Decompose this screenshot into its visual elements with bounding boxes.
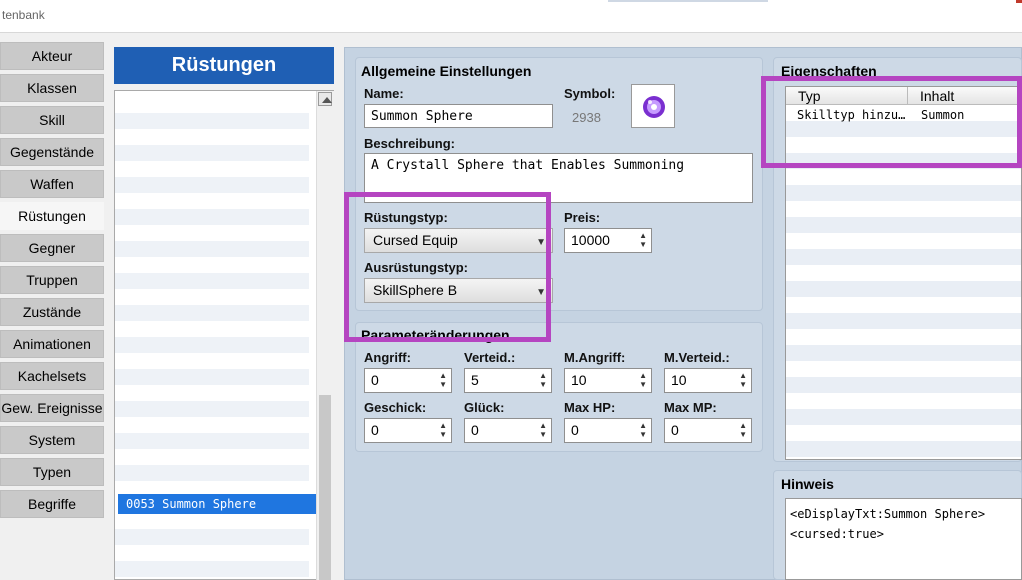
symbol-picker[interactable] bbox=[631, 84, 675, 128]
table-row-stripe bbox=[786, 313, 1021, 329]
table-row-stripe bbox=[786, 345, 1021, 361]
param-value: 10 bbox=[671, 372, 687, 388]
table-row-stripe bbox=[786, 377, 1021, 393]
scrollbar-thumb[interactable] bbox=[319, 395, 331, 580]
price-value: 10000 bbox=[571, 232, 610, 248]
nav-item-gegner[interactable]: Gegner bbox=[0, 234, 104, 262]
nav-item-gew-ereignisse[interactable]: Gew. Ereignisse bbox=[0, 394, 104, 422]
symbol-label: Symbol: bbox=[564, 86, 616, 101]
param-stepper-atk[interactable]: 0 ▲ ▼ bbox=[364, 368, 452, 393]
window-title: tenbank bbox=[2, 8, 45, 22]
param-value: 10 bbox=[571, 372, 587, 388]
name-label: Name: bbox=[364, 86, 404, 101]
list-row-stripe bbox=[115, 273, 309, 289]
table-row-stripe bbox=[786, 185, 1021, 201]
nav-item-waffen[interactable]: Waffen bbox=[0, 170, 104, 198]
general-settings-title: Allgemeine Einstellungen bbox=[361, 63, 532, 79]
nav-item-truppen[interactable]: Truppen bbox=[0, 266, 104, 294]
spinner-arrows-icon[interactable]: ▲ ▼ bbox=[639, 421, 647, 439]
param-label-mmp: Max MP: bbox=[664, 400, 717, 415]
list-header: Rüstungen bbox=[114, 47, 334, 84]
param-label-mhp: Max HP: bbox=[564, 400, 616, 415]
list-row-stripe bbox=[115, 145, 309, 161]
param-stepper-agi[interactable]: 0 ▲ ▼ bbox=[364, 418, 452, 443]
symbol-index: 2938 bbox=[572, 110, 601, 125]
close-icon[interactable] bbox=[1016, 0, 1022, 3]
list-row-stripe bbox=[115, 529, 309, 545]
spinner-arrows-icon[interactable]: ▲ ▼ bbox=[639, 231, 647, 249]
list-row-stripe bbox=[115, 401, 309, 417]
list-row-stripe bbox=[115, 465, 309, 481]
param-value: 0 bbox=[671, 422, 679, 438]
table-row-stripe bbox=[786, 441, 1021, 457]
nav-item-skill[interactable]: Skill bbox=[0, 106, 104, 134]
note-title: Hinweis bbox=[781, 476, 834, 492]
param-stepper-mhp[interactable]: 0 ▲ ▼ bbox=[564, 418, 652, 443]
list-item-selected[interactable]: 0053 Summon Sphere bbox=[118, 494, 316, 514]
param-stepper-def[interactable]: 5 ▲ ▼ bbox=[464, 368, 552, 393]
param-label-def: Verteid.: bbox=[464, 350, 516, 365]
nav-item-gegenstaende[interactable]: Gegenstände bbox=[0, 138, 104, 166]
spinner-arrows-icon[interactable]: ▲ ▼ bbox=[739, 371, 747, 389]
nav-item-typen[interactable]: Typen bbox=[0, 458, 104, 486]
spinner-arrows-icon[interactable]: ▲ ▼ bbox=[539, 421, 547, 439]
spinner-arrows-icon[interactable]: ▲ ▼ bbox=[439, 371, 447, 389]
nav-item-kachelsets[interactable]: Kachelsets bbox=[0, 362, 104, 390]
price-label: Preis: bbox=[564, 210, 601, 225]
nav-item-animationen[interactable]: Animationen bbox=[0, 330, 104, 358]
price-stepper[interactable]: 10000 ▲ ▼ bbox=[564, 228, 652, 253]
nav-item-ruestungen[interactable]: Rüstungen bbox=[0, 202, 104, 230]
scroll-up-button[interactable] bbox=[318, 92, 332, 106]
table-row-stripe bbox=[786, 217, 1021, 233]
table-row-stripe bbox=[786, 281, 1021, 297]
description-label: Beschreibung: bbox=[364, 136, 456, 151]
param-value: 5 bbox=[471, 372, 479, 388]
spinner-arrows-icon[interactable]: ▲ ▼ bbox=[639, 371, 647, 389]
note-textarea[interactable]: <eDisplayTxt:Summon Sphere> <cursed:true> bbox=[785, 498, 1022, 580]
nav-item-akteur[interactable]: Akteur bbox=[0, 42, 104, 70]
chevron-up-icon bbox=[322, 97, 332, 103]
list-row-stripe bbox=[115, 177, 309, 193]
list-row-stripe bbox=[115, 433, 309, 449]
name-input[interactable]: Summon Sphere bbox=[364, 104, 553, 128]
nav-item-klassen[interactable]: Klassen bbox=[0, 74, 104, 102]
list-row-stripe bbox=[115, 305, 309, 321]
nav-item-zustaende[interactable]: Zustände bbox=[0, 298, 104, 326]
titlebar-decoration bbox=[608, 0, 768, 2]
param-stepper-luk[interactable]: 0 ▲ ▼ bbox=[464, 418, 552, 443]
list-row-stripe bbox=[115, 337, 309, 353]
spinner-arrows-icon[interactable]: ▲ ▼ bbox=[539, 371, 547, 389]
list-scrollbar[interactable] bbox=[316, 91, 334, 580]
note-line: <eDisplayTxt:Summon Sphere> bbox=[790, 507, 986, 521]
nav-item-system[interactable]: System bbox=[0, 426, 104, 454]
param-value: 0 bbox=[471, 422, 479, 438]
param-label-atk: Angriff: bbox=[364, 350, 411, 365]
param-label-luk: Glück: bbox=[464, 400, 505, 415]
highlight-box-traits bbox=[761, 76, 1022, 168]
param-stepper-mat[interactable]: 10 ▲ ▼ bbox=[564, 368, 652, 393]
nav-item-begriffe[interactable]: Begriffe bbox=[0, 490, 104, 518]
title-bar: tenbank bbox=[0, 0, 1022, 33]
param-label-mdf: M.Verteid.: bbox=[664, 350, 730, 365]
param-value: 0 bbox=[371, 372, 379, 388]
spinner-arrows-icon[interactable]: ▲ ▼ bbox=[439, 421, 447, 439]
param-label-agi: Geschick: bbox=[364, 400, 427, 415]
spinner-arrows-icon[interactable]: ▲ ▼ bbox=[739, 421, 747, 439]
param-value: 0 bbox=[371, 422, 379, 438]
list-row-stripe bbox=[115, 561, 309, 577]
param-stepper-mdf[interactable]: 10 ▲ ▼ bbox=[664, 368, 752, 393]
param-label-mat: M.Angriff: bbox=[564, 350, 626, 365]
param-stepper-mmp[interactable]: 0 ▲ ▼ bbox=[664, 418, 752, 443]
list-row-stripe bbox=[115, 209, 309, 225]
note-line: <cursed:true> bbox=[790, 527, 884, 541]
highlight-box-type-fields bbox=[344, 192, 551, 342]
table-row-stripe bbox=[786, 249, 1021, 265]
list-row-stripe bbox=[115, 241, 309, 257]
crystal-sphere-icon bbox=[643, 96, 665, 118]
param-value: 0 bbox=[571, 422, 579, 438]
table-row-stripe bbox=[786, 409, 1021, 425]
list-row-stripe bbox=[115, 369, 309, 385]
list-row-stripe bbox=[115, 113, 309, 129]
